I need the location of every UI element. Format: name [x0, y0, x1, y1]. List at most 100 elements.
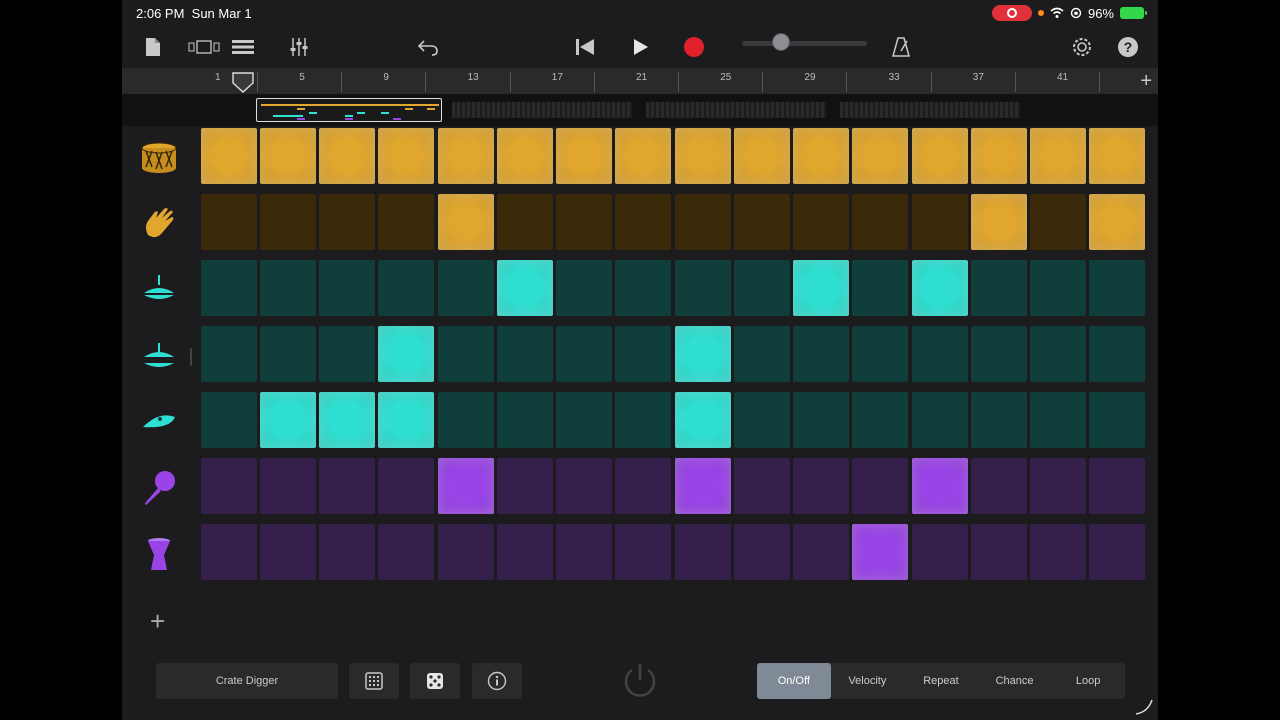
step-pad[interactable]	[497, 194, 553, 250]
step-pad[interactable]	[1030, 194, 1086, 250]
step-pad[interactable]	[497, 392, 553, 448]
snare-drum-icon[interactable]	[140, 139, 178, 177]
step-pad[interactable]	[319, 128, 375, 184]
overview-selection[interactable]	[256, 98, 442, 122]
step-pad[interactable]	[260, 326, 316, 382]
step-pad[interactable]	[852, 458, 908, 514]
pattern-overview[interactable]	[122, 94, 1158, 126]
maraca-icon[interactable]	[140, 469, 178, 507]
step-pad[interactable]	[378, 260, 434, 316]
undo-button[interactable]	[416, 32, 440, 62]
step-pad[interactable]	[912, 326, 968, 382]
step-pad[interactable]	[497, 524, 553, 580]
step-pad[interactable]	[201, 458, 257, 514]
playhead-icon[interactable]	[231, 71, 255, 93]
step-pad[interactable]	[793, 260, 849, 316]
step-pad[interactable]	[260, 458, 316, 514]
drum-kit-button[interactable]: Crate Digger	[156, 663, 338, 699]
timeline-ruler[interactable]: 1 5 9 13 17 21 25 29 33 37 41 +	[122, 68, 1158, 94]
mode-loop[interactable]: Loop	[1051, 663, 1125, 699]
add-track-button[interactable]: +	[150, 606, 165, 637]
step-pad[interactable]	[734, 326, 790, 382]
step-pad[interactable]	[201, 392, 257, 448]
step-pad[interactable]	[378, 194, 434, 250]
browser-view-button[interactable]	[188, 32, 220, 62]
step-pad[interactable]	[615, 458, 671, 514]
step-pad[interactable]	[971, 458, 1027, 514]
step-pad[interactable]	[556, 194, 612, 250]
step-pad[interactable]	[319, 458, 375, 514]
step-pad[interactable]	[378, 128, 434, 184]
step-pad[interactable]	[319, 524, 375, 580]
step-pad[interactable]	[852, 392, 908, 448]
step-pad[interactable]	[438, 458, 494, 514]
step-pad[interactable]	[556, 260, 612, 316]
step-pad[interactable]	[852, 128, 908, 184]
step-pad[interactable]	[319, 260, 375, 316]
step-pad[interactable]	[734, 524, 790, 580]
step-pad[interactable]	[734, 194, 790, 250]
master-volume-slider[interactable]	[742, 41, 867, 46]
step-pad[interactable]	[734, 458, 790, 514]
step-pad[interactable]	[675, 128, 731, 184]
step-pad[interactable]	[497, 458, 553, 514]
step-pad[interactable]	[734, 260, 790, 316]
step-pad[interactable]	[556, 128, 612, 184]
step-pad[interactable]	[201, 524, 257, 580]
step-pad[interactable]	[438, 392, 494, 448]
step-pad[interactable]	[912, 524, 968, 580]
step-pad[interactable]	[793, 128, 849, 184]
hihat-closed-icon[interactable]	[140, 271, 178, 309]
step-pad[interactable]	[1030, 392, 1086, 448]
step-pad[interactable]	[378, 458, 434, 514]
step-pad[interactable]	[497, 260, 553, 316]
step-pad[interactable]	[912, 260, 968, 316]
step-pad[interactable]	[971, 260, 1027, 316]
cymbal-icon[interactable]	[140, 403, 178, 441]
step-pad[interactable]	[1089, 260, 1145, 316]
step-pad[interactable]	[260, 524, 316, 580]
step-pad[interactable]	[971, 392, 1027, 448]
add-section-button[interactable]: +	[1140, 70, 1152, 93]
step-pad[interactable]	[675, 260, 731, 316]
step-pad[interactable]	[912, 458, 968, 514]
step-pad[interactable]	[438, 260, 494, 316]
hihat-open-icon[interactable]	[140, 337, 178, 375]
step-pad[interactable]	[1089, 524, 1145, 580]
step-pad[interactable]	[1089, 392, 1145, 448]
step-pad[interactable]	[912, 128, 968, 184]
step-pad[interactable]	[615, 524, 671, 580]
step-pad[interactable]	[615, 392, 671, 448]
step-pad[interactable]	[260, 392, 316, 448]
step-pad[interactable]	[201, 326, 257, 382]
step-pad[interactable]	[675, 326, 731, 382]
step-pad[interactable]	[556, 458, 612, 514]
pattern-grid-button[interactable]	[349, 663, 399, 699]
step-pad[interactable]	[971, 524, 1027, 580]
step-pad[interactable]	[971, 128, 1027, 184]
mixer-button[interactable]	[288, 32, 310, 62]
my-songs-button[interactable]	[142, 32, 164, 62]
step-pad[interactable]	[201, 260, 257, 316]
step-pad[interactable]	[912, 392, 968, 448]
step-pad[interactable]	[438, 524, 494, 580]
step-pad[interactable]	[378, 524, 434, 580]
step-pad[interactable]	[319, 326, 375, 382]
step-pad[interactable]	[260, 260, 316, 316]
step-pad[interactable]	[734, 392, 790, 448]
step-pad[interactable]	[1030, 128, 1086, 184]
step-pad[interactable]	[793, 458, 849, 514]
step-pad[interactable]	[615, 260, 671, 316]
play-button[interactable]	[630, 32, 652, 62]
step-pad[interactable]	[793, 392, 849, 448]
step-pad[interactable]	[852, 326, 908, 382]
power-button[interactable]	[619, 660, 661, 702]
metronome-button[interactable]	[890, 32, 912, 62]
mode-on-off[interactable]: On/Off	[757, 663, 831, 699]
step-pad[interactable]	[497, 326, 553, 382]
step-pad[interactable]	[615, 128, 671, 184]
mode-repeat[interactable]: Repeat	[904, 663, 978, 699]
step-pad[interactable]	[1089, 326, 1145, 382]
djembe-icon[interactable]	[140, 535, 178, 573]
record-button[interactable]	[682, 32, 706, 62]
